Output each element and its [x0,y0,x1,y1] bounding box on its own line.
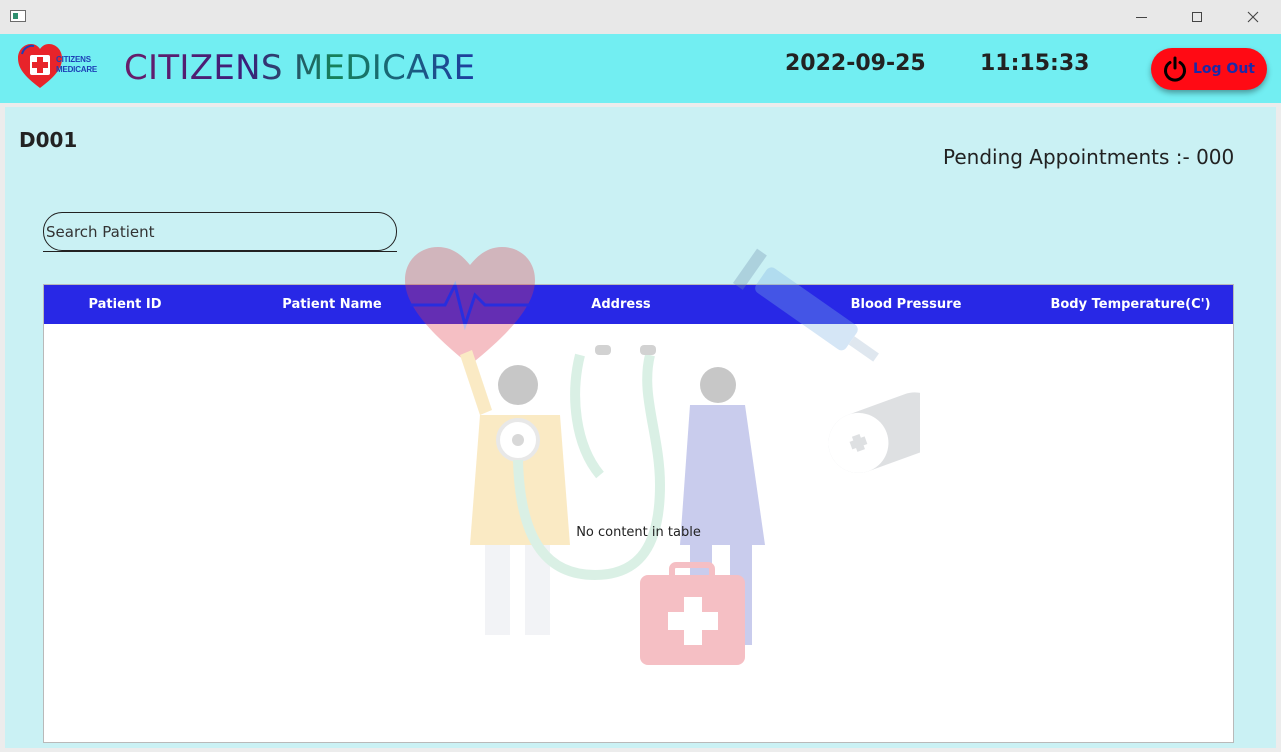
header-bar: CITIZENS MEDICARE CITIZENS MEDICARE 2022… [0,34,1281,103]
column-header-blood-pressure[interactable]: Blood Pressure [784,285,1028,324]
patient-table[interactable]: Patient ID Patient Name Address Blood Pr… [43,247,1234,743]
minimize-button[interactable] [1118,0,1164,34]
pending-appointments: Pending Appointments :- 000 [943,145,1235,169]
search-patient-input[interactable] [43,212,397,251]
power-icon [1164,56,1186,82]
column-header-patient-name[interactable]: Patient Name [206,285,458,324]
table-empty-message: No content in table [576,525,701,540]
column-header-body-temperature[interactable]: Body Temperature(C') [1028,285,1233,324]
doctor-id: D001 [19,128,78,152]
logo-text-line2: MEDICARE [56,65,98,74]
close-button[interactable] [1230,0,1276,34]
title-bar [0,0,1281,34]
column-header-address[interactable]: Address [458,285,784,324]
maximize-icon [1192,12,1202,22]
current-time: 11:15:33 [980,51,1090,76]
app-window-icon [10,10,26,22]
logo-text-line1: CITIZENS [56,55,91,64]
current-date: 2022-09-25 [785,51,926,76]
logo: CITIZENS MEDICARE [16,42,104,92]
table-header: Patient ID Patient Name Address Blood Pr… [44,285,1233,324]
logout-label: Log Out [1193,61,1255,77]
stethoscope-icon [513,353,666,581]
app-window: CITIZENS MEDICARE CITIZENS MEDICARE 2022… [0,0,1281,752]
search-underline [43,251,397,252]
nurse-figure [680,405,765,545]
first-aid-kit-icon [640,562,745,665]
minimize-icon [1135,16,1147,18]
maximize-button[interactable] [1174,0,1220,34]
pill-icon [828,392,920,473]
app-title: CITIZENS MEDICARE [124,48,476,88]
main-panel: D001 Pending Appointments :- 000 Patient… [5,107,1276,748]
close-icon [1247,11,1259,23]
column-header-patient-id[interactable]: Patient ID [44,285,206,324]
logout-button[interactable]: Log Out [1151,48,1267,90]
logo-text: CITIZENS MEDICARE [56,55,97,75]
